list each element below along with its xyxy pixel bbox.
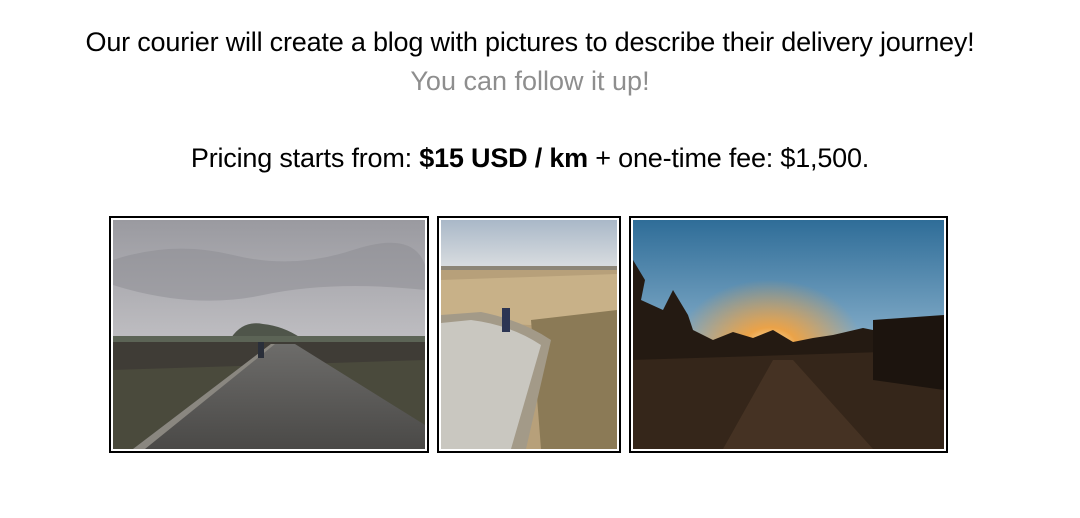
sunset-photo-image <box>633 220 944 449</box>
courier-blog-headline: Our courier will create a blog with pict… <box>85 27 975 57</box>
journey-photo-sunset[interactable] <box>629 216 948 453</box>
journey-photo-path[interactable] <box>437 216 621 453</box>
road-photo-image <box>113 220 425 449</box>
pricing-prefix: Pricing starts from: <box>190 143 420 173</box>
pricing-rate: $15 USD / km <box>419 143 588 173</box>
follow-up-subline: You can follow it up! <box>410 66 650 96</box>
path-photo-image <box>441 220 617 449</box>
pricing-suffix: + one-time fee: $1,500. <box>587 143 870 173</box>
journey-photo-road[interactable] <box>109 216 429 453</box>
pricing-line: Pricing starts from: $15 USD / km + one-… <box>0 141 1060 175</box>
